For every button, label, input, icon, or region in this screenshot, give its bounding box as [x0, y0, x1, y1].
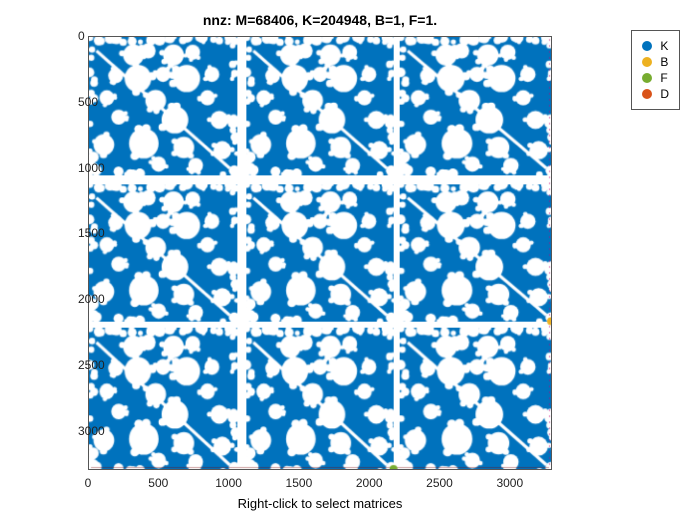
legend-label: D [660, 87, 669, 101]
legend-item[interactable]: B [642, 55, 669, 69]
x-tick-label: 1500 [286, 476, 313, 490]
plot-area[interactable] [88, 36, 552, 470]
spy-canvas [89, 37, 551, 469]
legend-label: K [660, 39, 668, 53]
legend-swatch [642, 89, 652, 99]
x-tick-label: 1000 [215, 476, 242, 490]
x-axis-label: Right-click to select matrices [88, 496, 552, 511]
x-tick-label: 2500 [426, 476, 453, 490]
x-tick-label: 0 [85, 476, 92, 490]
legend-swatch [642, 73, 652, 83]
chart-title: nnz: M=68406, K=204948, B=1, F=1. [88, 12, 552, 28]
legend-swatch [642, 41, 652, 51]
legend-swatch [642, 57, 652, 67]
legend[interactable]: KBFD [631, 30, 680, 110]
legend-label: B [660, 55, 668, 69]
legend-item[interactable]: K [642, 39, 669, 53]
legend-label: F [660, 71, 667, 85]
x-tick-label: 500 [148, 476, 168, 490]
legend-item[interactable]: D [642, 87, 669, 101]
x-tick-label: 2000 [356, 476, 383, 490]
legend-item[interactable]: F [642, 71, 669, 85]
x-tick-label: 3000 [496, 476, 523, 490]
figure: nnz: M=68406, K=204948, B=1, F=1. 0 500 10… [0, 0, 700, 525]
